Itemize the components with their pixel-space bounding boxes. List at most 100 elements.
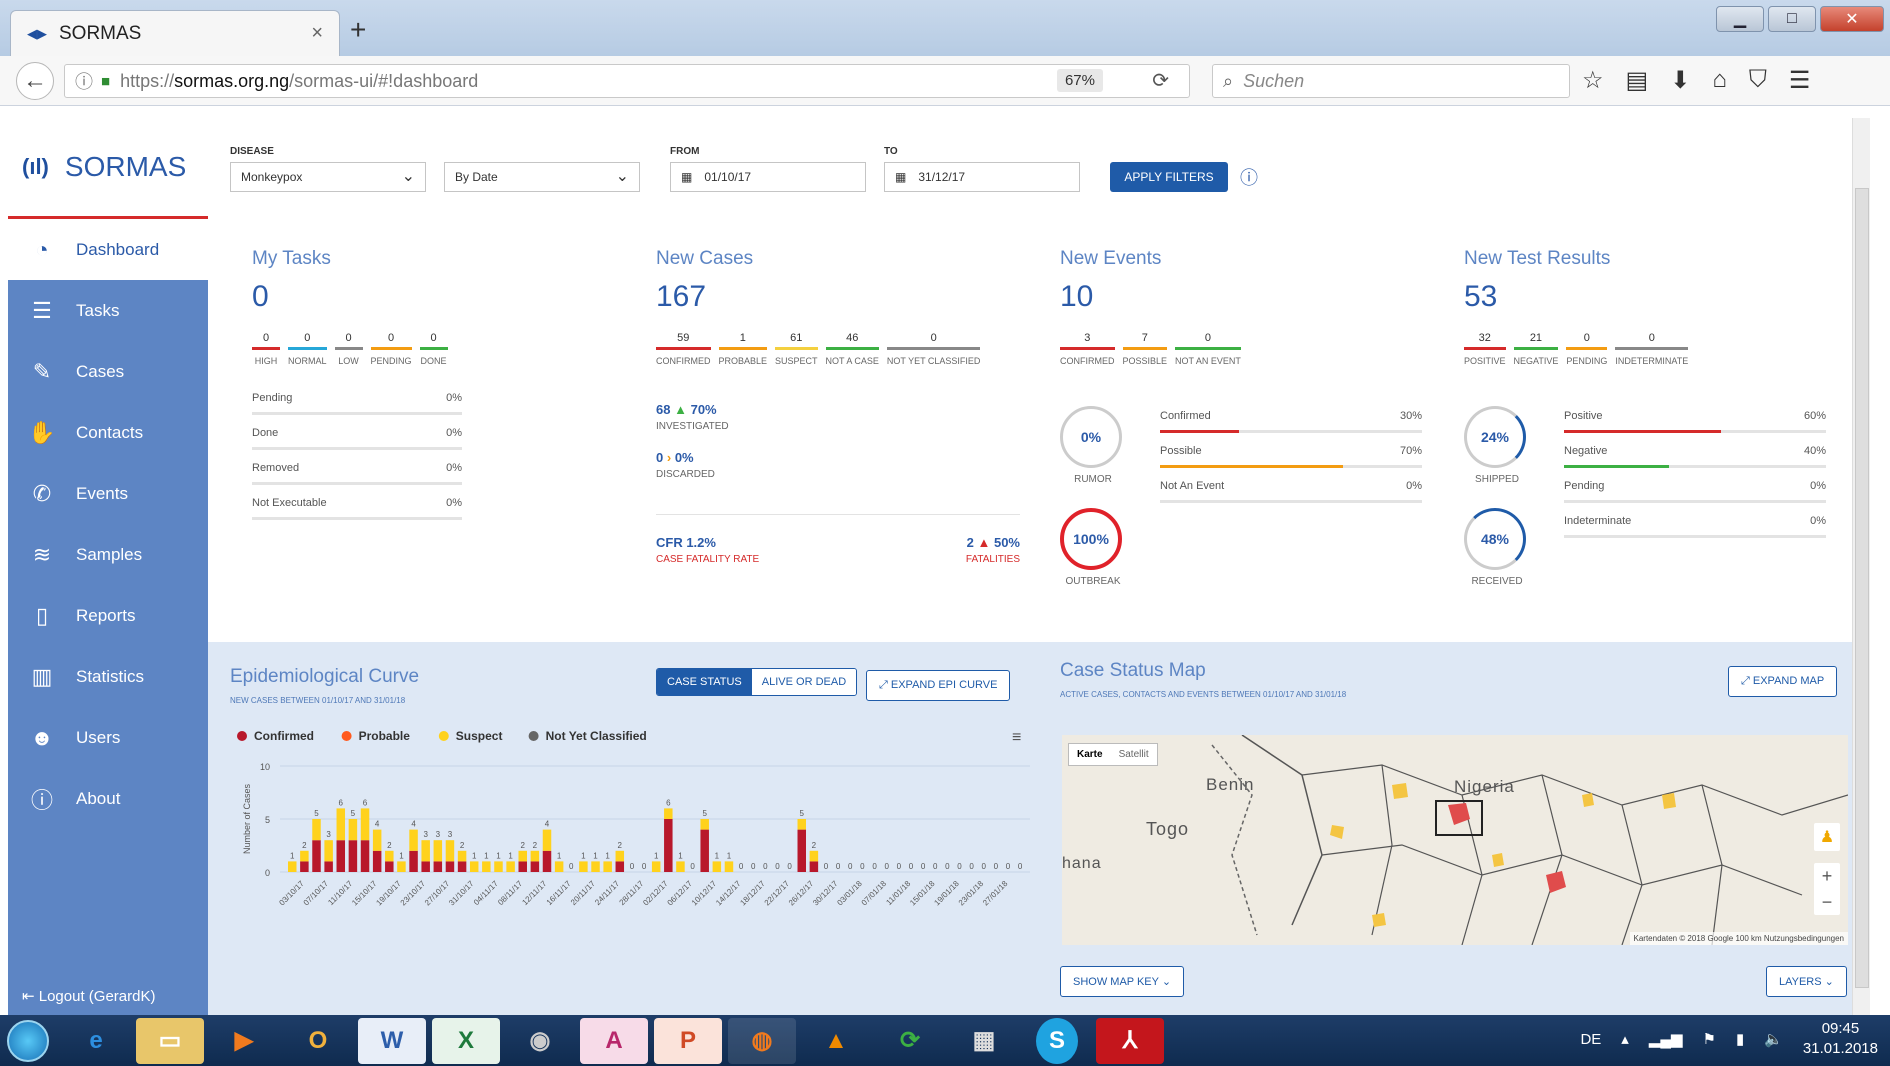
progress-row-value: 0% <box>1406 480 1422 492</box>
window-close-icon[interactable]: ✕ <box>1820 6 1884 32</box>
camera-icon[interactable]: ◉ <box>506 1018 574 1064</box>
acrobat-icon[interactable]: ⅄ <box>1096 1017 1164 1064</box>
bookmark-star-icon[interactable]: ☆ <box>1582 66 1604 95</box>
sidebar-item-events[interactable]: ✆ Events <box>8 463 208 524</box>
map-type-karte[interactable]: Karte <box>1069 744 1111 765</box>
sidebar-item-cases[interactable]: ✎ Cases <box>8 341 208 402</box>
excel-icon[interactable]: X <box>432 1017 500 1064</box>
vlc-icon[interactable]: ▲ <box>802 1018 870 1064</box>
apply-filters-button[interactable]: APPLY FILTERS <box>1110 162 1228 192</box>
sidebar-item-reports[interactable]: ▯ Reports <box>8 585 208 646</box>
sub-count: 61 SUSPECT <box>775 332 818 366</box>
pegman-icon[interactable]: ♟ <box>1814 823 1840 851</box>
expand-map-button[interactable]: ⤢ EXPAND MAP <box>1728 666 1838 697</box>
event-counts: 3 CONFIRMED 7 POSSIBLE 0 NOT AN EVENT <box>1060 332 1460 366</box>
sub-count-label: DONE <box>420 356 447 366</box>
action-center-flag-icon[interactable]: ⚑ <box>1703 1030 1716 1048</box>
case-status-toggle[interactable]: CASE STATUS <box>657 669 752 695</box>
powerpoint-icon[interactable]: P <box>654 1017 722 1064</box>
data-label: 0 <box>981 862 986 871</box>
back-icon[interactable]: ← <box>16 62 54 100</box>
start-button[interactable] <box>0 1016 56 1066</box>
data-label: 1 <box>496 851 501 860</box>
sync-icon[interactable]: ⟳ <box>876 1018 944 1064</box>
bar-suspect <box>664 808 673 819</box>
zoom-in-icon[interactable]: + <box>1822 866 1833 887</box>
x-tick-label: 23/10/17 <box>399 879 428 908</box>
progress-row-header: Indeterminate 0% <box>1564 515 1826 527</box>
pocket-icon[interactable]: ⛉ <box>1749 66 1767 95</box>
sidebar-item-users[interactable]: ☻ Users <box>8 707 208 768</box>
sidebar-item-contacts[interactable]: ✋ Contacts <box>8 402 208 463</box>
disease-select[interactable]: Monkeypox ⌄ <box>230 162 426 192</box>
epi-curve-svg: Confirmed Probable Suspect Not Yet Classifi… <box>237 729 1030 908</box>
tray-expand-icon[interactable]: ▴ <box>1621 1030 1629 1048</box>
calendar-icon: ▦ <box>895 170 907 184</box>
reload-icon[interactable]: ⟳ <box>1152 68 1169 93</box>
show-map-key-button[interactable]: SHOW MAP KEY ⌄ <box>1060 966 1185 997</box>
battery-icon[interactable]: ▮ <box>1736 1030 1744 1048</box>
language-indicator[interactable]: DE <box>1580 1031 1601 1048</box>
expand-map-label: EXPAND MAP <box>1752 675 1825 687</box>
map-type-satellit[interactable]: Satellit <box>1111 744 1157 765</box>
maximize-icon[interactable]: □ <box>1768 6 1816 32</box>
search-input[interactable]: ⌕ Suchen <box>1212 64 1570 98</box>
reading-list-icon[interactable]: ▤ <box>1626 66 1649 95</box>
url-bar[interactable]: ⓘ ■ https://sormas.org.ng/sormas-ui/#!da… <box>64 64 1190 98</box>
alive-or-dead-toggle[interactable]: ALIVE OR DEAD <box>751 669 857 695</box>
calculator-icon[interactable]: ▦ <box>950 1018 1018 1064</box>
from-date-input[interactable]: ▦ 01/10/17 <box>670 162 866 192</box>
case-status-map[interactable]: Karte Satellit Benin Nigeria Togo hana ♟… <box>1062 735 1848 945</box>
show-map-key-label: SHOW MAP KEY <box>1073 976 1159 988</box>
firefox-icon[interactable]: ◍ <box>728 1017 796 1064</box>
bar-suspect <box>421 840 430 862</box>
sidebar-item-dashboard[interactable]: ◔ Dashboard <box>8 219 208 280</box>
info-icon[interactable]: ⓘ <box>1240 164 1258 190</box>
internet-explorer-icon[interactable]: e <box>62 1018 130 1064</box>
download-icon[interactable]: ⬇ <box>1670 66 1690 95</box>
menu-icon[interactable]: ☰ <box>1789 66 1811 95</box>
epi-curve-chart: Confirmed Probable Suspect Not Yet Classifi… <box>230 724 1050 994</box>
bar-confirmed <box>542 850 552 872</box>
progress-row-label: Pending <box>252 392 293 404</box>
to-date-input[interactable]: ▦ 31/12/17 <box>884 162 1080 192</box>
sub-count-label: LOW <box>338 356 359 366</box>
new-tab-icon[interactable]: + <box>350 14 366 46</box>
contacts-icon: ✋ <box>28 419 56 445</box>
sidebar-item-samples[interactable]: ≋ Samples <box>8 524 208 585</box>
data-label: 0 <box>872 862 877 871</box>
logout-link[interactable]: ⇤ Logout (GerardK) <box>22 987 155 1005</box>
minimize-icon[interactable]: ▁ <box>1716 6 1764 32</box>
data-label: 0 <box>739 862 744 871</box>
sub-count-label: HIGH <box>254 356 278 366</box>
zoom-out-icon[interactable]: − <box>1822 892 1833 913</box>
volume-icon[interactable]: 🔈 <box>1764 1030 1783 1048</box>
layers-button[interactable]: LAYERS ⌄ <box>1766 966 1847 997</box>
clock[interactable]: 09:45 31.01.2018 <box>1803 1019 1878 1059</box>
sidebar-item-about[interactable]: ⓘ About <box>8 768 208 829</box>
to-label: TO <box>884 146 898 157</box>
home-icon[interactable]: ⌂ <box>1712 66 1727 95</box>
media-player-icon[interactable]: ▶ <box>210 1018 278 1064</box>
browser-tab[interactable]: ◀▶ SORMAS × <box>10 10 340 56</box>
info-icon[interactable]: ⓘ <box>75 68 93 94</box>
signal-icon[interactable]: ▂▄▆ <box>1649 1030 1683 1048</box>
users-icon: ☻ <box>30 724 54 750</box>
date-type-select[interactable]: By Date ⌄ <box>444 162 640 192</box>
tab-close-icon[interactable]: × <box>311 22 323 45</box>
access-icon[interactable]: A <box>580 1017 648 1064</box>
sub-count: 0 PENDING <box>370 332 412 366</box>
legend-label: Suspect <box>456 729 503 743</box>
zoom-indicator[interactable]: 67% <box>1056 69 1103 92</box>
file-explorer-icon[interactable]: ▭ <box>136 1017 204 1064</box>
disease-label: DISEASE <box>230 146 274 157</box>
sidebar-item-statistics[interactable]: ▥ Statistics <box>8 646 208 707</box>
received-label: RECEIVED <box>1471 576 1523 587</box>
outlook-icon[interactable]: O <box>284 1018 352 1064</box>
received-block: 48% RECEIVED <box>1464 508 1530 587</box>
skype-icon[interactable]: S <box>1036 1017 1078 1064</box>
layers-label: LAYERS <box>1779 976 1822 988</box>
word-icon[interactable]: W <box>358 1017 426 1064</box>
sidebar-item-tasks[interactable]: ☰ Tasks <box>8 280 208 341</box>
expand-epi-curve-button[interactable]: ⤢ EXPAND EPI CURVE <box>866 670 1011 701</box>
